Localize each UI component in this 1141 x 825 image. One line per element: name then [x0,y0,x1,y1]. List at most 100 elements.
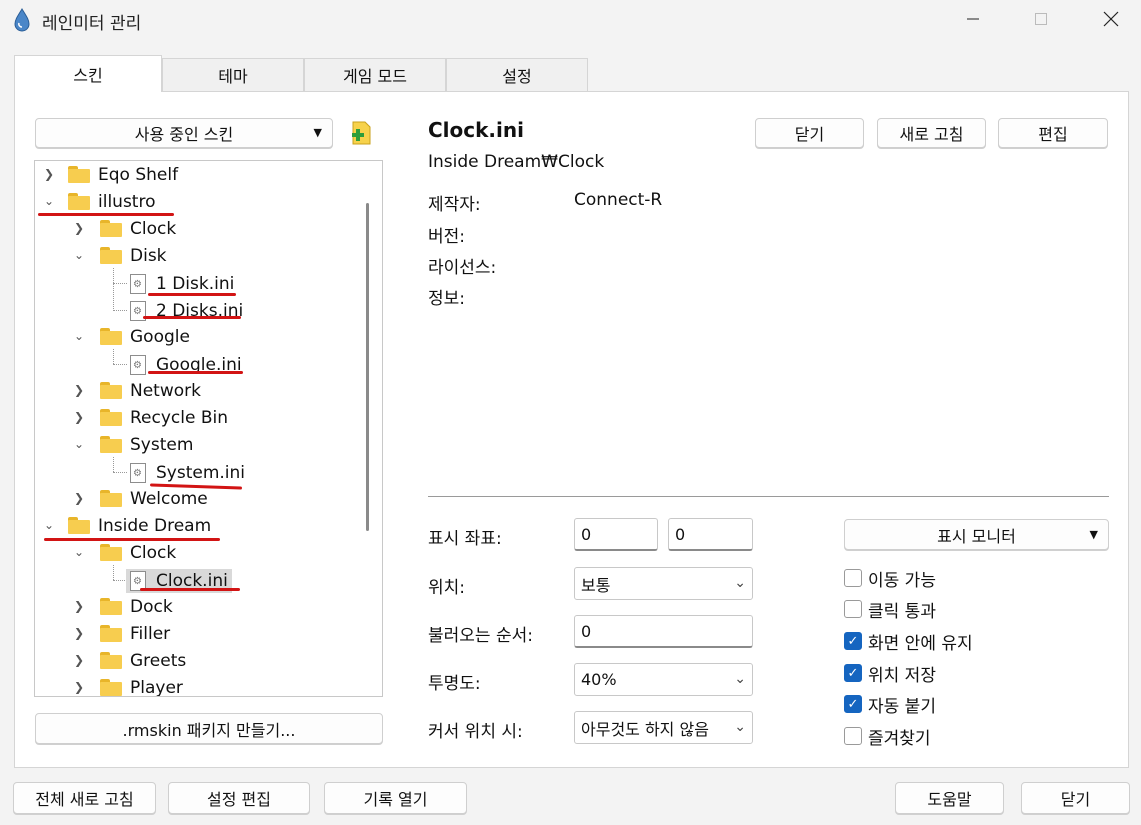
tree-guide [113,310,127,311]
add-skin-icon[interactable] [350,120,374,146]
transparency-label: 투명도: [428,674,481,694]
coord-y-input[interactable]: 0 [668,518,753,551]
tree-item-label: Clock [130,218,177,239]
chevron-down-icon: ⌄ [734,671,746,687]
close-dialog-button[interactable]: 닫기 [1021,782,1130,814]
tree-item-label: System.ini [156,462,246,483]
checkbox[interactable] [844,600,862,618]
tab-themes[interactable]: 테마 [162,58,304,91]
tree-item-folder[interactable]: ⌄ System [72,431,193,458]
refresh-all-button[interactable]: 전체 새로 고침 [13,782,156,814]
tree-item-label: Recycle Bin [130,407,229,428]
chevron-down-icon[interactable]: ⌄ [74,329,84,343]
display-monitor-dropdown[interactable]: 표시 모니터 ▼ [844,519,1109,550]
caret-down-icon: ▼ [1089,528,1098,541]
coord-x-input[interactable]: 0 [574,518,658,551]
folder-icon [100,679,122,696]
help-button[interactable]: 도움말 [895,782,1004,814]
tree-item-folder[interactable]: ⌄ Inside Dream [44,512,211,539]
create-rmskin-button[interactable]: .rmskin 패키지 만들기... [35,713,383,744]
open-log-button[interactable]: 기록 열기 [324,782,467,814]
chevron-down-icon[interactable]: ⌄ [74,545,84,559]
author-label: 제작자: [428,195,481,215]
chevron-right-icon[interactable]: ❯ [74,491,84,505]
checkbox-label: 즐겨찾기 [868,728,931,749]
load-order-input[interactable]: 0 [574,615,753,648]
checkbox-snap-to-edges[interactable]: ✓ 자동 붙기 [844,692,936,717]
divider [428,496,1109,497]
license-label: 라이선스: [428,258,497,278]
tree-item-file[interactable]: System.ini [130,459,245,486]
tree-item-folder[interactable]: ❯ Network [72,377,201,404]
checkbox-label: 자동 붙기 [868,696,936,717]
folder-icon [68,517,90,534]
load-order-label: 불러오는 순서: [428,626,533,646]
close-button[interactable] [1088,0,1134,38]
folder-icon [100,328,122,345]
tree-item-folder[interactable]: ❯ Welcome [72,485,208,512]
checkbox-keep-on-screen[interactable]: ✓ 화면 안에 유지 [844,629,973,654]
tab-game-mode[interactable]: 게임 모드 [304,58,446,91]
chevron-right-icon[interactable]: ❯ [74,680,84,694]
tree-item-folder[interactable]: ❯ Dock [72,593,173,620]
skin-path: Inside Dream₩Clock [428,152,605,172]
tree-scrollbar[interactable] [366,203,369,531]
position-select[interactable]: 보통 ⌄ [574,567,753,600]
annotation-underline [44,538,220,541]
tree-item-label: Network [130,380,201,401]
unload-button[interactable]: 닫기 [755,118,864,148]
tree-item-folder[interactable]: ❯ Recycle Bin [72,404,228,431]
refresh-button[interactable]: 새로 고침 [877,118,986,148]
chevron-down-icon[interactable]: ⌄ [74,248,84,262]
chevron-right-icon[interactable]: ❯ [74,221,84,235]
checkbox[interactable] [844,727,862,745]
on-hover-label: 커서 위치 시: [428,722,523,742]
active-skins-dropdown[interactable]: 사용 중인 스킨 ▼ [35,118,333,148]
chevron-down-icon[interactable]: ⌄ [44,518,54,532]
tree-item-folder[interactable]: ⌄ Disk [72,242,167,269]
chevron-right-icon[interactable]: ❯ [74,626,84,640]
checkbox-click-through[interactable]: 클릭 통과 [844,597,936,622]
tab-settings[interactable]: 설정 [446,58,588,91]
tree-item-folder[interactable]: ⌄ illustro [44,188,155,215]
chevron-down-icon[interactable]: ⌄ [74,437,84,451]
tree-item-folder[interactable]: ❯ Filler [72,620,170,647]
edit-settings-button[interactable]: 설정 편집 [168,782,310,814]
annotation-underline [148,293,236,296]
edit-button[interactable]: 편집 [998,118,1108,148]
chevron-right-icon[interactable]: ❯ [74,653,84,667]
tree-item-label: Eqo Shelf [98,164,179,185]
tab-skins[interactable]: 스킨 [14,55,162,92]
checkbox-save-position[interactable]: ✓ 위치 저장 [844,661,936,686]
tree-guide [113,472,127,473]
author-value: Connect-R [574,190,663,210]
checkbox-checked[interactable]: ✓ [844,695,862,713]
transparency-select[interactable]: 40% ⌄ [574,663,753,696]
tree-item-file[interactable]: 2 Disks.ini [130,297,243,324]
chevron-down-icon[interactable]: ⌄ [44,194,54,208]
tree-item-folder[interactable]: ❯ Clock [72,215,176,242]
tree-item-folder[interactable]: ❯ Eqo Shelf [44,161,178,188]
chevron-right-icon[interactable]: ❯ [74,410,84,424]
checkbox-label: 화면 안에 유지 [868,633,973,654]
tree-item-folder[interactable]: ⌄ Google [72,323,190,350]
checkbox[interactable] [844,569,862,587]
minimize-button[interactable] [950,0,996,38]
tree-item-folder[interactable]: ❯ Player [72,674,183,696]
checkbox-draggable[interactable]: 이동 가능 [844,566,936,591]
folder-icon [100,598,122,615]
checkbox-checked[interactable]: ✓ [844,632,862,650]
chevron-right-icon[interactable]: ❯ [74,383,84,397]
check-icon: ✓ [847,633,859,649]
checkbox-favorite[interactable]: 즐겨찾기 [844,724,931,749]
tree-item-folder[interactable]: ❯ Greets [72,647,186,674]
tree-item-label: Player [130,677,183,697]
tree-item-folder[interactable]: ⌄ Clock [72,539,176,566]
tree-item-label: Welcome [130,488,208,509]
chevron-right-icon[interactable]: ❯ [74,599,84,613]
chevron-right-icon[interactable]: ❯ [44,167,54,181]
on-hover-select[interactable]: 아무것도 하지 않음 ⌄ [574,711,753,744]
checkbox-checked[interactable]: ✓ [844,664,862,682]
annotation-underline [143,316,241,319]
maximize-button[interactable] [1018,0,1064,38]
